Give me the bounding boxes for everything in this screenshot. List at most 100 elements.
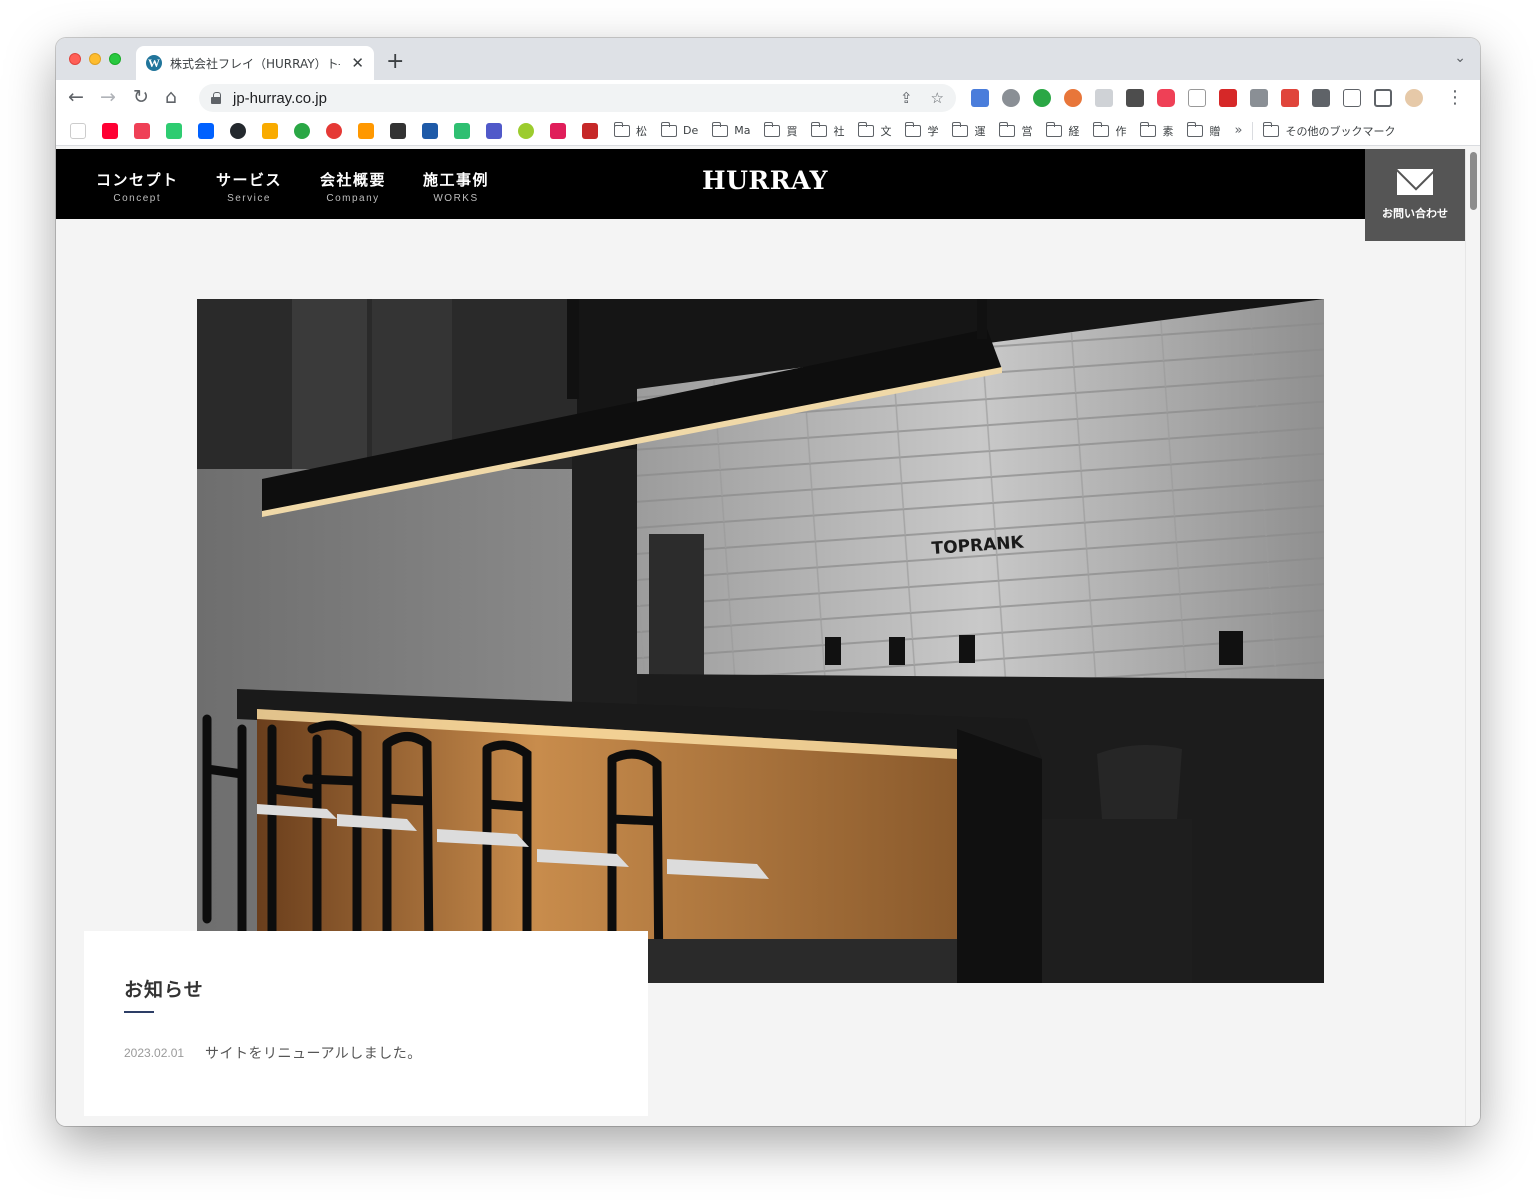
close-window-button[interactable] [69, 53, 81, 65]
address-bar[interactable]: jp-hurray.co.jp ⇪ ☆ [199, 84, 956, 112]
hero-image: TOPRANK [197, 299, 1324, 983]
bookmark-folder[interactable]: 松 [614, 121, 647, 139]
nav-label-en: Service [227, 193, 271, 204]
browser-menu-icon[interactable]: ⋮ [1446, 87, 1464, 108]
extension-pulse-icon[interactable] [1188, 89, 1206, 107]
lock-icon[interactable] [211, 92, 221, 104]
other-bookmarks-folder[interactable]: その他のブックマーク [1263, 121, 1395, 139]
bookmark-folder[interactable]: De [661, 121, 699, 137]
share-icon[interactable]: ⇪ [900, 89, 913, 107]
bookmark-folder-label: 社 [833, 124, 845, 138]
extension-translate-icon[interactable] [971, 89, 989, 107]
bookmark-apple-icon[interactable] [518, 122, 534, 139]
bookmark-folder[interactable]: 社 [811, 121, 845, 139]
bookmark-folder-label: 文 [880, 124, 892, 138]
bookmark-pocket-icon[interactable] [134, 122, 150, 139]
bookmark-red-icon[interactable] [326, 122, 342, 139]
nav-concept[interactable]: コンセプト Concept [96, 169, 179, 204]
bookmark-folder-label: 作 [1115, 124, 1127, 138]
url-text[interactable]: jp-hurray.co.jp [233, 90, 327, 107]
extension-colorpicker-icon[interactable] [1064, 89, 1082, 107]
extension-code-icon[interactable] [1250, 89, 1268, 107]
folder-icon [1140, 121, 1157, 137]
bookmark-folder[interactable]: 営 [999, 121, 1033, 139]
extension-megaphone-icon[interactable] [1281, 89, 1299, 107]
news-item[interactable]: 2023.02.01 サイトをリニューアルしました。 [124, 1043, 608, 1063]
tab-search-icon[interactable]: ⌄ [1454, 50, 1466, 66]
folder-icon [905, 121, 922, 137]
bookmark-folder[interactable]: 素 [1140, 121, 1174, 139]
site-logo[interactable]: HURRAY [702, 166, 828, 195]
reload-icon[interactable]: ↻ [133, 87, 149, 107]
back-icon[interactable]: ← [68, 87, 84, 107]
bookmark-folder-label: De [683, 124, 699, 137]
news-text[interactable]: サイトをリニューアルしました。 [205, 1043, 422, 1063]
bookmark-k-icon[interactable] [582, 122, 598, 139]
bookmark-amazon-icon[interactable] [70, 122, 86, 139]
bookmark-slack-icon[interactable] [550, 122, 566, 139]
contact-label: お問い合わせ [1382, 207, 1448, 220]
news-title-underline [124, 1011, 154, 1013]
folder-icon [764, 121, 781, 137]
tab-title: 株式会社フレイ（HURRAY）ト― [170, 56, 340, 71]
bookmark-github-icon[interactable] [230, 122, 246, 139]
home-icon[interactable]: ⌂ [165, 87, 177, 107]
nav-label-jp: コンセプト [96, 171, 179, 189]
extension-skype-icon[interactable] [1002, 89, 1020, 107]
bookmark-evernote-icon[interactable] [294, 122, 310, 139]
bookmark-folder[interactable]: 作 [1093, 121, 1127, 139]
scrollbar-thumb[interactable] [1470, 152, 1477, 210]
maximize-window-button[interactable] [109, 53, 121, 65]
bookmark-folder-label: 営 [1021, 124, 1033, 138]
bookmark-folder[interactable]: 経 [1046, 121, 1080, 139]
nav-label-en: Company [326, 193, 380, 204]
reception-interior-photo: TOPRANK [197, 299, 1324, 983]
bookmark-folder[interactable]: 買 [764, 121, 797, 139]
news-date: 2023.02.01 [124, 1046, 185, 1060]
bookmark-store-icon[interactable] [390, 122, 406, 139]
folder-icon [1046, 121, 1063, 137]
extension-lastpass-icon[interactable] [1219, 89, 1237, 107]
profile-avatar[interactable] [1405, 89, 1423, 107]
extensions-puzzle-icon[interactable] [1312, 89, 1330, 107]
bookmark-feedly-icon[interactable] [166, 122, 182, 139]
contact-button[interactable]: お問い合わせ [1365, 149, 1465, 241]
nav-company[interactable]: 会社概要 Company [320, 169, 386, 204]
news-title: お知らせ [124, 979, 204, 1001]
bookmark-orange-icon[interactable] [358, 122, 374, 139]
extension-pocket-icon[interactable] [1157, 89, 1175, 107]
bookmark-star-icon[interactable]: ☆ [931, 89, 944, 107]
bookmark-dropbox-icon[interactable] [198, 122, 214, 139]
bookmark-folder[interactable]: Ma [712, 121, 750, 137]
browser-toolbar: ← → ↻ ⌂ jp-hurray.co.jp ⇪ ☆ ⋮ [56, 80, 1480, 116]
bookmark-teams-icon[interactable] [486, 122, 502, 139]
bookmark-folder[interactable]: 文 [858, 121, 892, 139]
reading-list-icon[interactable] [1343, 89, 1361, 107]
browser-tab[interactable]: W 株式会社フレイ（HURRAY）ト― ✕ [136, 46, 374, 80]
bookmark-folder-label: 経 [1068, 124, 1080, 138]
bookmark-folder-label: 素 [1162, 124, 1174, 138]
bookmarks-overflow-button[interactable]: » [1234, 123, 1242, 138]
folder-icon [1093, 121, 1110, 137]
extension-eraser-icon[interactable] [1095, 89, 1113, 107]
bookmark-yahoo-icon[interactable] [102, 122, 118, 139]
bookmark-analytics-icon[interactable] [262, 122, 278, 139]
bookmark-folder[interactable]: 運 [952, 121, 986, 139]
side-panel-icon[interactable] [1374, 89, 1392, 107]
bookmark-folder[interactable]: 贈 [1187, 121, 1220, 139]
nav-service[interactable]: サービス Service [216, 169, 282, 204]
new-tab-button[interactable]: + [386, 49, 404, 74]
bookmark-folder[interactable]: 学 [905, 121, 938, 139]
bookmark-folder-label: 運 [974, 124, 986, 138]
minimize-window-button[interactable] [89, 53, 101, 65]
extension-hubspot-icon[interactable] [1126, 89, 1144, 107]
bookmark-b-icon[interactable] [454, 122, 470, 139]
nav-works[interactable]: 施工事例 WORKS [423, 169, 489, 204]
page-scrollbar[interactable] [1465, 149, 1480, 1126]
forward-icon[interactable]: → [100, 87, 116, 107]
mail-icon [1397, 169, 1433, 195]
extension-evernote-icon[interactable] [1033, 89, 1051, 107]
tab-close-icon[interactable]: ✕ [351, 54, 364, 72]
bookmark-blue-icon[interactable] [422, 122, 438, 139]
folder-icon [614, 121, 630, 137]
